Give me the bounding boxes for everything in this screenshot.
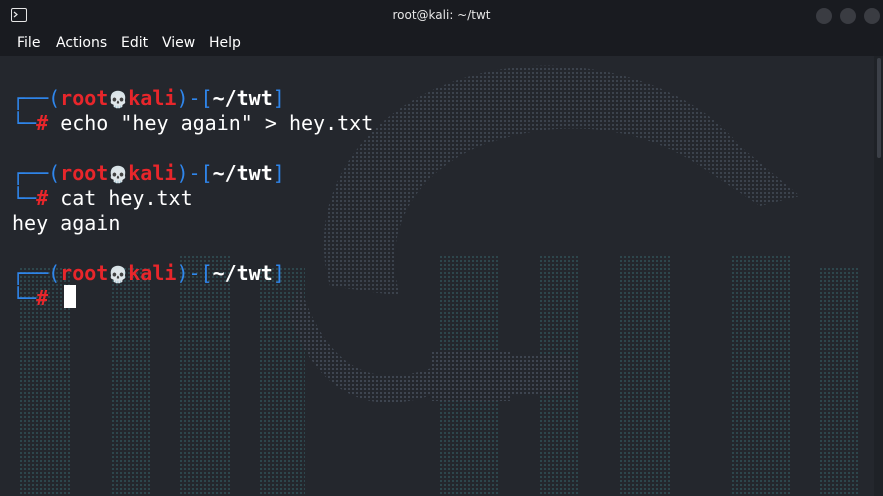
skull-icon: 💀 bbox=[108, 265, 129, 284]
output-text: hey again bbox=[12, 211, 121, 235]
command-text: cat hey.txt bbox=[60, 186, 193, 210]
prompt-line-1: ┌──(root💀kali)-[~/twt] bbox=[12, 86, 285, 110]
menu-file[interactable]: File bbox=[17, 35, 40, 51]
terminal-output-area[interactable]: ┌──(root💀kali)-[~/twt] └─# echo "hey aga… bbox=[0, 56, 874, 496]
skull-icon: 💀 bbox=[108, 90, 129, 109]
prompt-user: root bbox=[60, 161, 109, 185]
prompt-user: root bbox=[60, 86, 109, 110]
command-text: echo "hey again" > hey.txt bbox=[60, 111, 374, 135]
menu-help[interactable]: Help bbox=[209, 35, 241, 51]
command-line-2: └─# cat hey.txt bbox=[12, 186, 193, 210]
menu-view[interactable]: View bbox=[162, 35, 195, 51]
prompt-line-2: ┌──(root💀kali)-[~/twt] bbox=[12, 161, 285, 185]
output-line-1: hey again bbox=[12, 211, 120, 235]
prompt-dir: ~/twt bbox=[212, 261, 273, 285]
prompt-dir: ~/twt bbox=[212, 161, 273, 185]
prompt-dir: ~/twt bbox=[212, 86, 273, 110]
prompt-host: kali bbox=[128, 261, 177, 285]
title-bar[interactable]: root@kali: ~/twt bbox=[0, 0, 883, 31]
maximize-button[interactable] bbox=[840, 8, 856, 24]
prompt-symbol: # bbox=[36, 186, 49, 210]
prompt-user: root bbox=[60, 261, 109, 285]
command-line-1: └─# echo "hey again" > hey.txt bbox=[12, 111, 374, 135]
menu-actions[interactable]: Actions bbox=[56, 35, 107, 51]
skull-icon: 💀 bbox=[108, 165, 129, 184]
close-button[interactable] bbox=[864, 8, 880, 24]
minimize-button[interactable] bbox=[816, 8, 832, 24]
scrollbar-thumb[interactable] bbox=[877, 58, 881, 158]
window-title: root@kali: ~/twt bbox=[392, 8, 491, 22]
prompt-symbol: # bbox=[36, 111, 49, 135]
terminal-window: root@kali: ~/twt File Actions Edit View … bbox=[0, 0, 883, 496]
prompt-host: kali bbox=[128, 86, 177, 110]
command-line-3: └─# bbox=[12, 286, 49, 310]
prompt-line-3: ┌──(root💀kali)-[~/twt] bbox=[12, 261, 285, 285]
menu-edit[interactable]: Edit bbox=[121, 35, 148, 51]
prompt-symbol: # bbox=[36, 286, 49, 310]
menu-bar: File Actions Edit View Help bbox=[0, 31, 883, 56]
prompt-host: kali bbox=[128, 161, 177, 185]
text-cursor bbox=[64, 285, 76, 308]
